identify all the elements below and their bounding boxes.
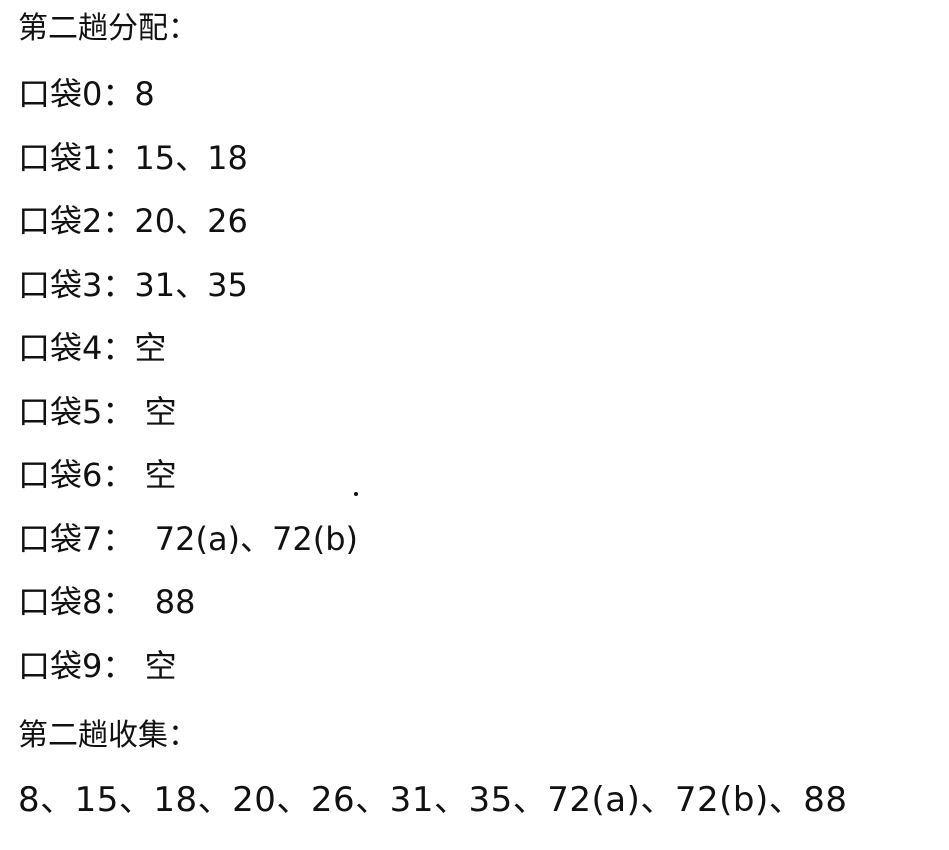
pocket-value: 20、26: [134, 202, 248, 240]
distribution-title: 第二趟分配：: [18, 11, 198, 46]
pocket-row: 口袋7： 72(a)、72(b): [18, 523, 938, 587]
pocket-value: 空: [144, 392, 177, 431]
pocket-value: 空: [134, 329, 167, 367]
pocket-label: 口袋0: [18, 75, 103, 113]
pocket-value: 空: [144, 456, 177, 494]
pocket-row: 口袋6： 空: [18, 459, 938, 523]
pocket-label: 口袋8: [18, 583, 103, 621]
stray-dot: [354, 492, 358, 496]
pocket-separator: ：: [102, 646, 145, 685]
pocket-label: 口袋5: [18, 392, 103, 431]
pocket-row: 口袋1：15、18: [18, 142, 938, 206]
pocket-label: 口袋1: [18, 138, 103, 177]
pocket-value: 8: [134, 75, 155, 113]
pocket-separator: ：: [102, 519, 155, 558]
pocket-separator: ：: [102, 138, 135, 177]
pocket-value: 72(a)、72(b): [154, 519, 359, 558]
pocket-separator: ：: [102, 75, 135, 113]
pocket-value: 88: [154, 583, 196, 621]
pocket-value: 15、18: [134, 138, 248, 177]
document-body: 第二趟分配： 口袋0：8 口袋1：15、18 口袋2：20、26 口袋3：31、…: [18, 11, 938, 820]
pocket-separator: ：: [102, 456, 145, 494]
pocket-row: 口袋2：20、26: [18, 205, 938, 269]
pocket-row: 口袋3：31、35: [18, 269, 938, 333]
pocket-list: 口袋0：8 口袋1：15、18 口袋2：20、26 口袋3：31、35 口袋4：…: [18, 78, 938, 713]
collection-result: 8、15、18、20、26、31、35、72(a)、72(b)、88: [18, 780, 848, 820]
pocket-value: 空: [144, 646, 177, 685]
pocket-separator: ：: [102, 392, 145, 431]
pocket-row: 口袋9： 空: [18, 650, 938, 714]
pocket-separator: ：: [102, 329, 135, 367]
pocket-label: 口袋7: [18, 519, 103, 558]
pocket-row: 口袋8： 88: [18, 586, 938, 650]
pocket-label: 口袋4: [18, 329, 103, 367]
pocket-row: 口袋5： 空: [18, 396, 938, 460]
pocket-label: 口袋6: [18, 456, 103, 494]
pocket-row: 口袋0：8: [18, 78, 938, 142]
pocket-label: 口袋9: [18, 646, 103, 685]
collection-title: 第二趟收集：: [18, 718, 198, 753]
pocket-row: 口袋4：空: [18, 332, 938, 396]
pocket-separator: ：: [102, 265, 135, 304]
pocket-value: 31、35: [134, 265, 248, 304]
pocket-separator: ：: [102, 202, 135, 240]
pocket-label: 口袋2: [18, 202, 103, 240]
pocket-separator: ：: [102, 583, 155, 621]
pocket-label: 口袋3: [18, 265, 103, 304]
